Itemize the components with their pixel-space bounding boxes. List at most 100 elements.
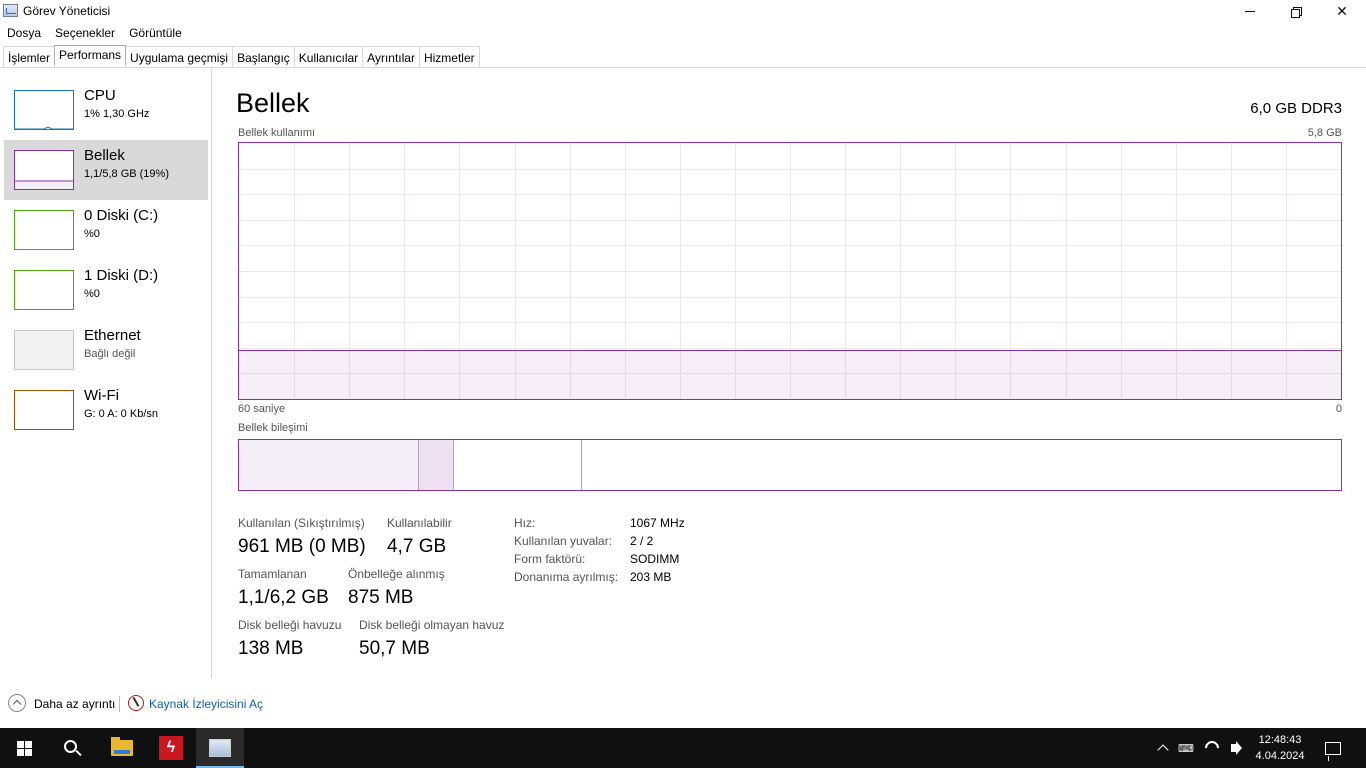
- nonpaged-pool-value: 50,7 MB: [359, 638, 430, 659]
- minimize-button[interactable]: [1227, 0, 1273, 23]
- chevron-up-icon[interactable]: [8, 694, 26, 712]
- tab-details[interactable]: Ayrıntılar: [362, 46, 420, 68]
- search-button[interactable]: [48, 728, 96, 768]
- graph-time-right: 0: [1335, 403, 1342, 415]
- lightning-app-icon: ϟ: [159, 736, 183, 760]
- sidebar-item-value: 1,1/5,8 GB (19%): [84, 168, 169, 180]
- slots-label: Kullanılan yuvalar:: [514, 534, 613, 548]
- cached-value: 875 MB: [348, 587, 414, 608]
- memory-spec: 6,0 GB DDR3: [1250, 100, 1342, 117]
- sidebar-item-wifi[interactable]: Wi-Fi G: 0 A: 0 Kb/sn: [4, 380, 208, 440]
- slots-value: 2 / 2: [630, 534, 654, 548]
- input-language-button[interactable]: ⌨: [1176, 728, 1196, 768]
- resource-monitor-icon: [128, 695, 144, 711]
- start-button[interactable]: [0, 728, 48, 768]
- sidebar-item-name: 0 Diski (C:): [84, 207, 159, 224]
- sidebar-item-name: 1 Diski (D:): [84, 267, 159, 284]
- memory-composition-bar: [238, 439, 1342, 491]
- composition-standby: [454, 440, 582, 490]
- available-value: 4,7 GB: [387, 536, 447, 557]
- sidebar-item-name: Bellek: [84, 147, 125, 164]
- form-factor-label: Form faktörü:: [514, 552, 586, 566]
- sidebar-item-value: %0: [84, 228, 100, 240]
- windows-logo-icon: [16, 740, 32, 756]
- restore-icon: [1291, 6, 1302, 18]
- graph-time-left: 60 saniye: [238, 403, 286, 415]
- wifi-thumbnail-graph: [14, 390, 74, 430]
- memory-usage-graph-svg: [239, 143, 1341, 399]
- composition-free: [582, 440, 1341, 490]
- network-button[interactable]: [1202, 728, 1222, 768]
- tab-services[interactable]: Hizmetler: [418, 46, 480, 68]
- disk-d-thumbnail-graph: [14, 270, 74, 310]
- taskbar-file-explorer[interactable]: [98, 728, 146, 768]
- taskbar-clock[interactable]: 12:48:43 4.04.2024: [1250, 732, 1310, 764]
- menu-options[interactable]: Seçenekler: [48, 24, 122, 42]
- paged-pool-label: Disk belleği havuzu: [238, 618, 342, 632]
- speaker-icon: [1231, 744, 1237, 752]
- in-use-label: Kullanılan (Sıkıştırılmış): [238, 516, 365, 530]
- speed-label: Hız:: [514, 516, 536, 530]
- tab-performance[interactable]: Performans: [54, 45, 127, 66]
- footer-divider: [119, 696, 120, 712]
- clock-date: 4.04.2024: [1255, 750, 1305, 762]
- minimize-icon: [1245, 11, 1255, 12]
- in-use-value: 961 MB (0 MB): [238, 536, 366, 557]
- speed-value: 1067 MHz: [630, 516, 685, 530]
- available-label: Kullanılabilir: [387, 516, 452, 530]
- folder-icon: [111, 737, 133, 756]
- disk-c-thumbnail-graph: [14, 210, 74, 250]
- show-hidden-icons-button[interactable]: [1153, 728, 1173, 768]
- footer: Daha az ayrıntı Kaynak İzleyicisini Aç: [0, 690, 1366, 718]
- sidebar-item-disk-d[interactable]: 1 Diski (D:) %0: [4, 260, 208, 320]
- fewer-details-button[interactable]: Daha az ayrıntı: [34, 697, 115, 711]
- volume-button[interactable]: [1224, 728, 1244, 768]
- composition-in-use: [239, 440, 419, 490]
- resource-list: CPU 1% 1,30 GHz Bellek 1,1/5,8 GB (19%) …: [0, 68, 212, 678]
- usage-area: [239, 350, 1341, 399]
- taskbar-task-manager[interactable]: [196, 728, 244, 768]
- open-resource-monitor-link[interactable]: Kaynak İzleyicisini Aç: [149, 697, 263, 711]
- action-center-button[interactable]: [1318, 728, 1348, 768]
- cpu-thumbnail-graph: [14, 90, 74, 130]
- keyboard-icon: ⌨: [1178, 742, 1194, 755]
- committed-label: Tamamlanan: [238, 567, 307, 581]
- title-bar: Görev Yöneticisi ✕: [0, 0, 1366, 23]
- sidebar-item-value: 1% 1,30 GHz: [84, 108, 150, 120]
- taskbar: ϟ ⌨ 12:48:43 4.04.2024: [0, 728, 1366, 768]
- usage-graph-max: 5,8 GB: [1307, 127, 1342, 139]
- tab-app-history[interactable]: Uygulama geçmişi: [125, 46, 234, 68]
- task-manager-icon: [209, 739, 231, 757]
- menu-file[interactable]: Dosya: [0, 24, 48, 42]
- hardware-reserved-value: 203 MB: [630, 570, 672, 584]
- clock-time: 12:48:43: [1258, 734, 1302, 746]
- tab-processes[interactable]: İşlemler: [3, 46, 56, 68]
- sidebar-item-cpu[interactable]: CPU 1% 1,30 GHz: [4, 80, 208, 140]
- menu-view[interactable]: Görüntüle: [122, 24, 189, 42]
- memory-thumbnail-graph: [14, 150, 74, 190]
- sidebar-item-name: Ethernet: [84, 327, 141, 344]
- sidebar-item-ethernet[interactable]: Ethernet Bağlı değil: [4, 320, 208, 380]
- sidebar-item-value: %0: [84, 288, 100, 300]
- task-manager-app-icon: [3, 4, 18, 17]
- usage-graph-caption: Bellek kullanımı: [238, 127, 316, 139]
- sidebar-item-value: Bağlı değil: [84, 348, 136, 360]
- hardware-reserved-label: Donanıma ayrılmış:: [514, 570, 619, 584]
- ethernet-thumbnail-graph: [14, 330, 74, 370]
- sidebar-item-memory[interactable]: Bellek 1,1/5,8 GB (19%): [4, 140, 208, 200]
- nonpaged-pool-label: Disk belleği olmayan havuz: [359, 618, 505, 632]
- sidebar-item-name: Wi-Fi: [84, 387, 119, 404]
- composition-caption: Bellek bileşimi: [238, 422, 308, 434]
- restore-button[interactable]: [1273, 0, 1319, 23]
- notification-icon: [1325, 741, 1341, 755]
- tab-users[interactable]: Kullanıcılar: [293, 46, 364, 68]
- tab-startup[interactable]: Başlangıç: [232, 46, 295, 68]
- taskbar-red-app[interactable]: ϟ: [147, 728, 195, 768]
- tab-bar: İşlemler Performans Uygulama geçmişi Baş…: [3, 45, 480, 68]
- close-icon: ✕: [1336, 3, 1348, 19]
- sidebar-item-disk-c[interactable]: 0 Diski (C:) %0: [4, 200, 208, 260]
- chevron-up-icon: [1157, 744, 1169, 756]
- close-button[interactable]: ✕: [1319, 0, 1365, 23]
- cached-label: Önbelleğe alınmış: [348, 567, 445, 581]
- committed-value: 1,1/6,2 GB: [238, 587, 329, 608]
